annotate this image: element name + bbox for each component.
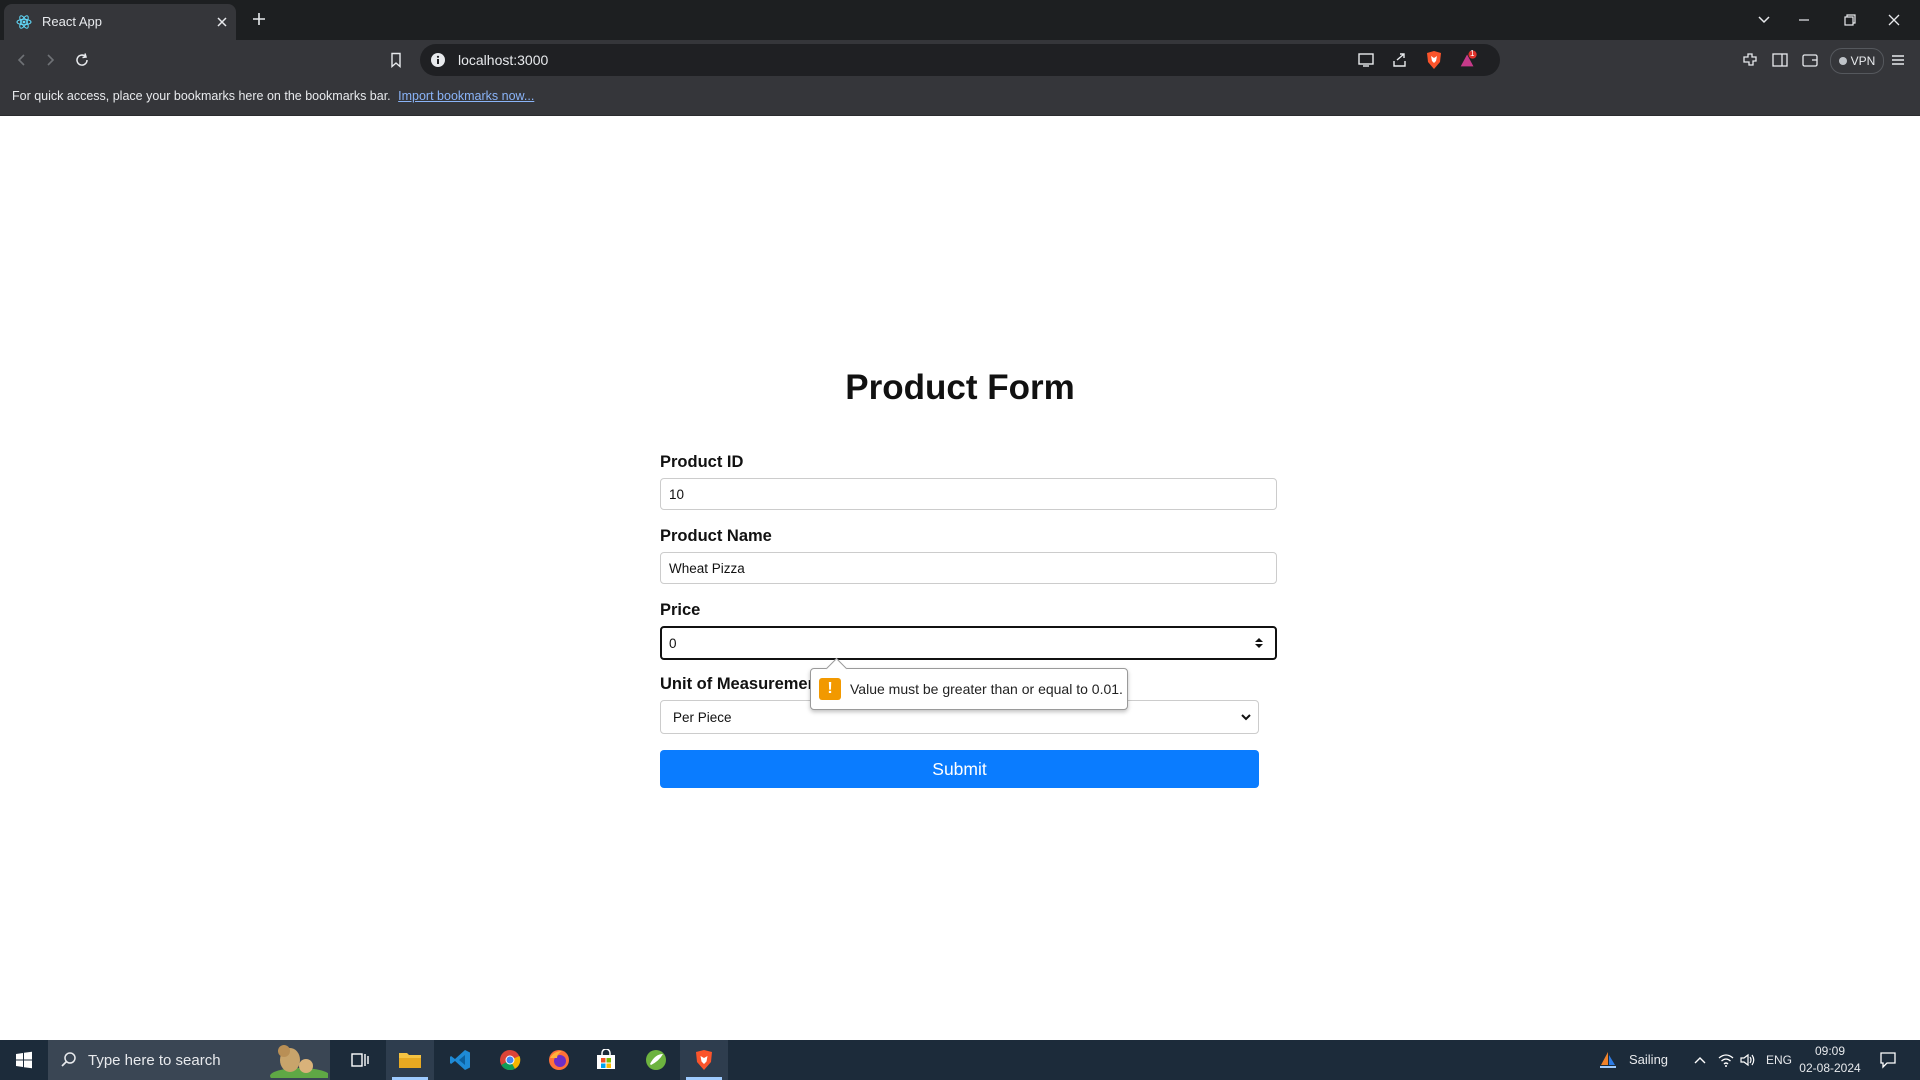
- search-icon: [60, 1051, 78, 1069]
- chrome-icon[interactable]: [486, 1040, 534, 1080]
- site-info-icon[interactable]: [430, 52, 446, 68]
- notifications-icon[interactable]: [1878, 1050, 1898, 1070]
- clock-time: 09:09: [1814, 1044, 1846, 1058]
- page-title: Product Form: [845, 368, 1075, 407]
- browser-toolbar: localhost:3000 1 VPN: [0, 40, 1920, 80]
- firefox-icon[interactable]: [535, 1040, 583, 1080]
- weather-label[interactable]: Sailing: [1629, 1052, 1668, 1067]
- minimize-icon[interactable]: [1792, 8, 1816, 32]
- task-view-icon[interactable]: [336, 1040, 384, 1080]
- product-name-input[interactable]: [660, 552, 1277, 584]
- price-input[interactable]: [660, 626, 1277, 660]
- unit-selected-value: Per Piece: [673, 710, 732, 725]
- microsoft-store-icon[interactable]: [582, 1040, 630, 1080]
- bookmarks-bar: For quick access, place your bookmarks h…: [0, 80, 1920, 116]
- tab-react-app[interactable]: React App: [4, 4, 236, 40]
- submit-button[interactable]: Submit: [660, 750, 1259, 788]
- restore-icon[interactable]: [1838, 8, 1862, 32]
- product-id-label: Product ID: [660, 453, 744, 471]
- tray-chevron-up-icon[interactable]: [1690, 1050, 1710, 1070]
- tab-close-icon[interactable]: [214, 14, 230, 30]
- product-id-input[interactable]: [660, 478, 1277, 510]
- validation-tooltip: ! Value must be greater than or equal to…: [810, 657, 1128, 710]
- network-icon[interactable]: [1716, 1050, 1736, 1070]
- vscode-icon[interactable]: [436, 1040, 484, 1080]
- taskbar-clock[interactable]: 09:09 02-08-2024: [1790, 1043, 1870, 1077]
- price-spinner-icon[interactable]: [1254, 636, 1264, 650]
- cast-icon[interactable]: [1356, 50, 1376, 70]
- product-name-label: Product Name: [660, 527, 772, 545]
- volume-icon[interactable]: [1738, 1050, 1758, 1070]
- brave-browser-icon[interactable]: [680, 1040, 728, 1080]
- search-highlight-image: [260, 1042, 328, 1078]
- windows-start-icon[interactable]: [0, 1040, 48, 1080]
- price-label: Price: [660, 601, 701, 619]
- windows-taskbar: Type here to search Sailing ENG 09:09 02…: [0, 1040, 1920, 1080]
- react-icon: [16, 14, 32, 30]
- vpn-status-icon: [1838, 57, 1847, 65]
- file-explorer-icon[interactable]: [386, 1040, 434, 1080]
- brave-rewards-icon[interactable]: 1: [1458, 49, 1478, 70]
- wallet-icon[interactable]: [1800, 50, 1820, 70]
- chevron-down-icon: [1240, 711, 1252, 723]
- sidebar-icon[interactable]: [1770, 50, 1790, 70]
- share-icon[interactable]: [1390, 50, 1410, 70]
- forward-icon[interactable]: [40, 50, 60, 70]
- close-window-icon[interactable]: [1882, 8, 1906, 32]
- clock-date: 02-08-2024: [1799, 1061, 1861, 1075]
- menu-icon[interactable]: [1888, 50, 1908, 70]
- bookmarks-hint-text: For quick access, place your bookmarks h…: [12, 89, 391, 103]
- import-bookmarks-link[interactable]: Import bookmarks now...: [398, 89, 534, 103]
- weather-sailing-icon[interactable]: [1598, 1050, 1618, 1070]
- language-indicator[interactable]: ENG: [1766, 1053, 1792, 1067]
- address-bar[interactable]: localhost:3000 1: [420, 44, 1500, 76]
- tab-search-chevron-icon[interactable]: [1752, 8, 1776, 32]
- vpn-button[interactable]: VPN: [1830, 48, 1884, 74]
- taskbar-search-box[interactable]: Type here to search: [48, 1040, 330, 1080]
- extensions-icon[interactable]: [1740, 50, 1760, 70]
- browser-tab-bar: React App: [0, 0, 1920, 40]
- brave-shields-icon[interactable]: [1424, 50, 1444, 70]
- search-placeholder: Type here to search: [88, 1052, 221, 1069]
- bookmark-icon[interactable]: [386, 50, 406, 70]
- warning-icon: !: [819, 678, 841, 700]
- back-icon[interactable]: [12, 50, 32, 70]
- validation-message: Value must be greater than or equal to 0…: [850, 681, 1123, 697]
- unit-label: Unit of Measuremen: [660, 675, 810, 693]
- new-tab-icon[interactable]: [250, 10, 268, 28]
- reload-icon[interactable]: [72, 50, 92, 70]
- notification-badge: 1: [1470, 49, 1475, 58]
- tooltip-arrow: [825, 657, 848, 680]
- spring-tool-icon[interactable]: [632, 1040, 680, 1080]
- vpn-label: VPN: [1850, 54, 1876, 68]
- url-text: localhost:3000: [458, 52, 549, 68]
- tab-title: React App: [42, 14, 102, 29]
- bookmarks-hint: For quick access, place your bookmarks h…: [12, 89, 534, 103]
